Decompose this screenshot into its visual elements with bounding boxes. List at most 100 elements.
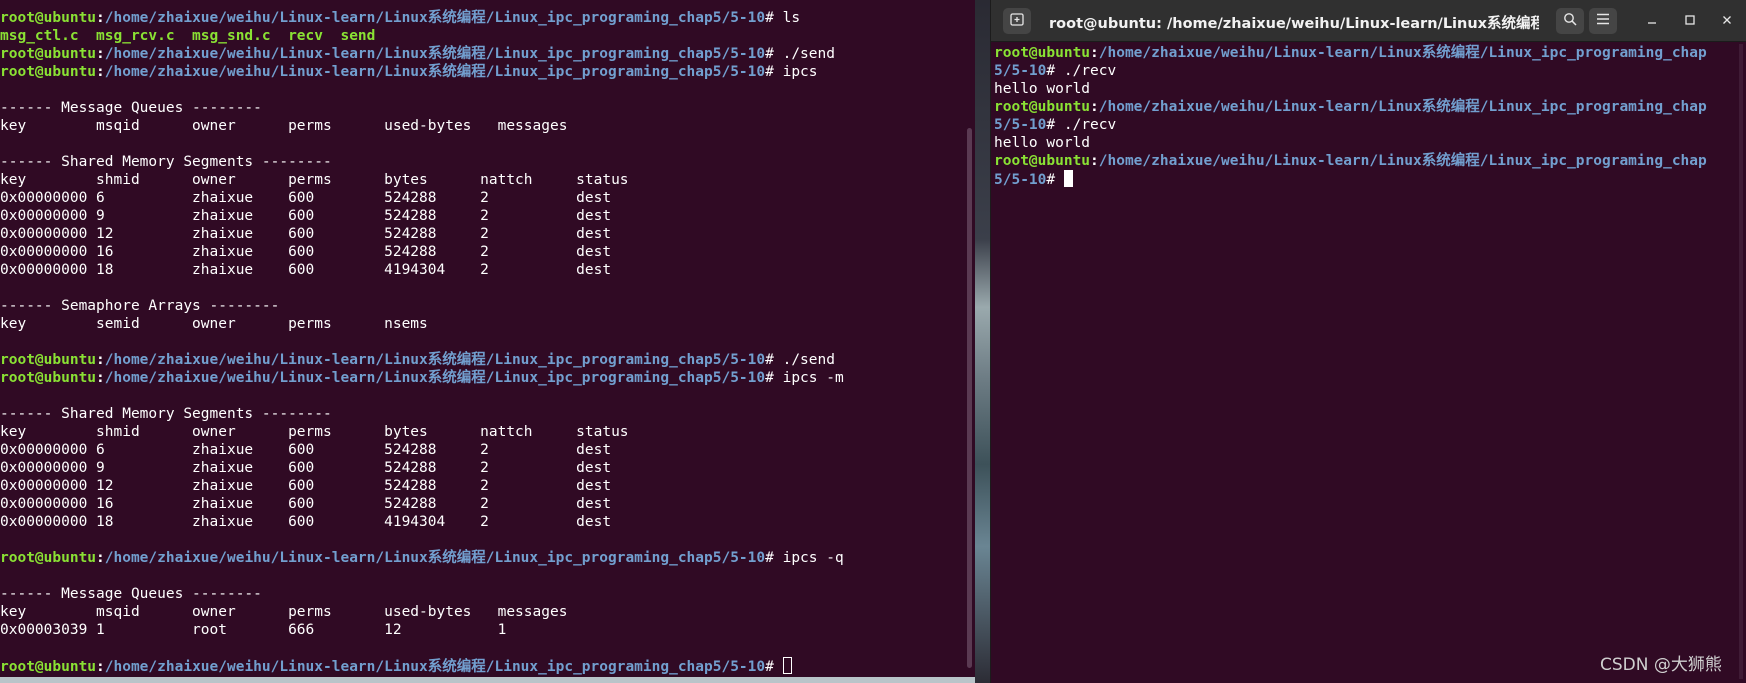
command-text: 0x00003039 1 root 666 12 1 — [0, 622, 507, 638]
command-text: 0x00000000 18 zhaixue 600 4194304 2 dest — [0, 262, 612, 278]
command-text: hello world — [994, 135, 1091, 151]
right-terminal-output[interactable]: root@ubuntu:/home/zhaixue/weihu/Linux-le… — [994, 44, 1707, 188]
right-terminal-scrollbar[interactable] — [1739, 44, 1743, 679]
terminal-line: root@ubuntu:/home/zhaixue/weihu/Linux-le… — [0, 45, 844, 63]
command-text: ------ Semaphore Arrays -------- — [0, 298, 280, 314]
prompt-path: 5/5-10 — [994, 63, 1047, 79]
prompt-separator: : — [1090, 153, 1099, 169]
hamburger-menu-icon — [1596, 13, 1610, 29]
terminal-line: root@ubuntu:/home/zhaixue/weihu/Linux-le… — [0, 657, 844, 675]
terminal-line: root@ubuntu:/home/zhaixue/weihu/Linux-le… — [994, 44, 1707, 62]
command-text: ./recv — [1063, 117, 1117, 133]
right-terminal-titlebar[interactable]: root@ubuntu: /home/zhaixue/weihu/Linux-l… — [991, 0, 1746, 42]
prompt-path: /home/zhaixue/weihu/Linux-learn/Linux系统编… — [104, 64, 766, 80]
terminal-line: 0x00000000 18 zhaixue 600 4194304 2 dest — [0, 261, 844, 279]
left-terminal-window[interactable]: root@ubuntu:/home/zhaixue/weihu/Linux-le… — [0, 0, 975, 683]
prompt-path: /home/zhaixue/weihu/Linux-learn/Linux系统编… — [104, 370, 766, 386]
prompt-separator: : — [96, 46, 105, 62]
command-text: 0x00000000 9 zhaixue 600 524288 2 dest — [0, 460, 612, 476]
prompt-user-host: root@ubuntu — [994, 99, 1091, 115]
left-terminal-output[interactable]: root@ubuntu:/home/zhaixue/weihu/Linux-le… — [0, 9, 844, 675]
command-text: 0x00000000 9 zhaixue 600 524288 2 dest — [0, 208, 612, 224]
command-text: ------ Shared Memory Segments -------- — [0, 406, 332, 422]
prompt-symbol: # — [765, 10, 783, 26]
close-button[interactable] — [1715, 10, 1739, 32]
prompt-user-host: root@ubuntu — [994, 45, 1091, 61]
prompt-user-host: root@ubuntu — [0, 352, 97, 368]
command-text: key shmid owner perms bytes nattch statu… — [0, 172, 629, 188]
right-terminal-window[interactable]: root@ubuntu: /home/zhaixue/weihu/Linux-l… — [991, 0, 1746, 683]
terminal-line: key msqid owner perms used-bytes message… — [0, 117, 844, 135]
prompt-symbol: # — [1046, 63, 1064, 79]
command-text: key msqid owner perms used-bytes message… — [0, 118, 568, 134]
terminal-line: root@ubuntu:/home/zhaixue/weihu/Linux-le… — [0, 63, 844, 81]
maximize-button[interactable] — [1678, 10, 1702, 32]
prompt-separator: : — [1090, 99, 1099, 115]
prompt-path: /home/zhaixue/weihu/Linux-learn/Linux系统编… — [104, 659, 766, 675]
command-text: ls — [782, 10, 801, 26]
terminal-line: hello world — [994, 80, 1707, 98]
command-text: key msqid owner perms used-bytes message… — [0, 604, 568, 620]
prompt-symbol: # — [765, 46, 783, 62]
terminal-line: root@ubuntu:/home/zhaixue/weihu/Linux-le… — [994, 98, 1707, 116]
prompt-path: 5/5-10 — [994, 172, 1047, 188]
command-text: ipcs -m — [782, 370, 844, 386]
terminal-line: ------ Message Queues -------- — [0, 585, 844, 603]
terminal-line: 0x00000000 16 zhaixue 600 524288 2 dest — [0, 243, 844, 261]
command-text: ./send — [782, 46, 835, 62]
watermark: CSDN @大狮熊 — [1600, 655, 1722, 675]
terminal-line: 0x00000000 12 zhaixue 600 524288 2 dest — [0, 477, 844, 495]
terminal-line: key semid owner perms nsems — [0, 315, 844, 333]
terminal-line: ------ Message Queues -------- — [0, 99, 844, 117]
command-text: ./send — [782, 352, 835, 368]
command-text: hello world — [994, 81, 1091, 97]
command-text: ------ Message Queues -------- — [0, 100, 262, 116]
search-button[interactable] — [1556, 8, 1584, 34]
prompt-separator: : — [96, 352, 105, 368]
terminal-line: root@ubuntu:/home/zhaixue/weihu/Linux-le… — [0, 351, 844, 369]
prompt-separator: : — [1090, 45, 1099, 61]
terminal-line: msg_ctl.c msg_rcv.c msg_snd.c recv send — [0, 27, 844, 45]
file-listing: msg_ctl.c msg_rcv.c msg_snd.c recv send — [0, 28, 376, 44]
command-text: ------ Message Queues -------- — [0, 586, 262, 602]
prompt-symbol: # — [765, 370, 783, 386]
prompt-path: 5/5-10 — [994, 117, 1047, 133]
prompt-user-host: root@ubuntu — [0, 659, 97, 675]
terminal-line: 0x00003039 1 root 666 12 1 — [0, 621, 844, 639]
prompt-user-host: root@ubuntu — [0, 550, 97, 566]
command-text: 0x00000000 6 zhaixue 600 524288 2 dest — [0, 442, 612, 458]
terminal-line: root@ubuntu:/home/zhaixue/weihu/Linux-le… — [0, 9, 844, 27]
prompt-symbol: # — [1046, 172, 1064, 188]
command-text: 0x00000000 12 zhaixue 600 524288 2 dest — [0, 478, 612, 494]
minimize-icon — [1647, 13, 1657, 29]
prompt-symbol: # — [1046, 117, 1064, 133]
left-terminal-scrollbar[interactable] — [967, 128, 972, 668]
prompt-symbol: # — [765, 352, 783, 368]
prompt-separator: : — [96, 550, 105, 566]
minimize-button[interactable] — [1640, 10, 1664, 32]
left-window-border — [0, 677, 975, 683]
prompt-symbol: # — [765, 550, 783, 566]
prompt-path: /home/zhaixue/weihu/Linux-learn/Linux系统编… — [104, 10, 766, 26]
command-text: 0x00000000 18 zhaixue 600 4194304 2 dest — [0, 514, 612, 530]
search-icon — [1563, 12, 1577, 30]
prompt-separator: : — [96, 659, 105, 675]
command-text: 0x00000000 16 zhaixue 600 524288 2 dest — [0, 496, 612, 512]
command-text: 0x00000000 12 zhaixue 600 524288 2 dest — [0, 226, 612, 242]
terminal-line: 5/5-10# — [994, 170, 1707, 188]
command-text: key shmid owner perms bytes nattch statu… — [0, 424, 629, 440]
terminal-line: ------ Semaphore Arrays -------- — [0, 297, 844, 315]
close-icon — [1722, 13, 1732, 29]
terminal-line: ------ Shared Memory Segments -------- — [0, 405, 844, 423]
menu-button[interactable] — [1589, 8, 1617, 34]
new-tab-button[interactable] — [1003, 8, 1031, 34]
terminal-line: 5/5-10# ./recv — [994, 62, 1707, 80]
terminal-line: root@ubuntu:/home/zhaixue/weihu/Linux-le… — [0, 549, 844, 567]
